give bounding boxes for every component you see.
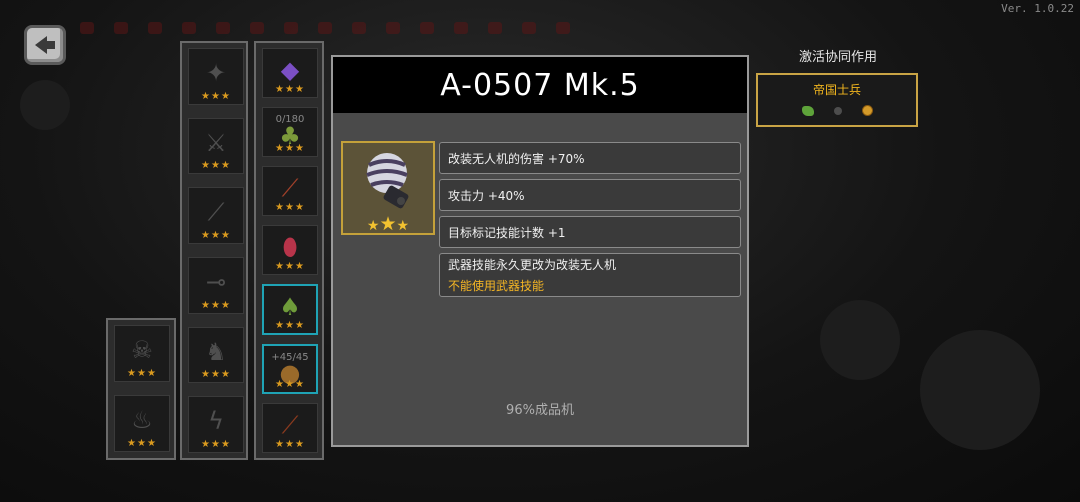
heart-icon xyxy=(522,22,536,34)
blade-icon: ⟋ xyxy=(207,198,225,227)
inventory-slot[interactable]: +45/45 ● ★★★ xyxy=(262,343,318,394)
inventory-slot[interactable]: ⟋ ★★★ xyxy=(262,402,318,454)
back-arrow-icon xyxy=(35,36,55,54)
figure-icon: ♞ xyxy=(205,337,227,366)
slot-stars: ★★★ xyxy=(127,368,157,379)
inventory-slot[interactable]: ✦ ★★★ xyxy=(188,48,244,105)
synergy-name: 帝国士兵 xyxy=(812,83,861,97)
heart-icon xyxy=(352,22,366,34)
star-icon: ★ xyxy=(379,213,397,235)
stat-text: 武器技能永久更改为改装无人机 xyxy=(448,258,617,272)
green-bug-icon xyxy=(801,105,814,116)
gold-coin-icon xyxy=(861,105,873,116)
heart-icon xyxy=(454,22,468,34)
spear-icon: ⊸ xyxy=(205,268,227,297)
heart-icon xyxy=(318,22,332,34)
back-button[interactable] xyxy=(24,25,66,65)
heart-icon xyxy=(148,22,162,34)
heart-icon xyxy=(216,22,230,34)
slot-stars: ★★★ xyxy=(275,319,305,331)
red-club-icon: ⟋ xyxy=(281,174,299,203)
slot-stars: ★★★ xyxy=(201,90,231,102)
slot-stars: ★★★ xyxy=(275,439,305,451)
slot-stars: ★★★ xyxy=(275,84,305,96)
red-staff-icon: ⟋ xyxy=(281,411,299,440)
stat-row: 目标标记技能计数 +1 xyxy=(439,216,741,248)
stat-row: 改装无人机的伤害 +70% xyxy=(439,142,741,174)
heart-icon xyxy=(182,22,196,34)
slot-stars: ★★★ xyxy=(201,369,231,381)
slot-stars: ★★★ xyxy=(275,143,305,155)
item-stars: ★★★ xyxy=(343,213,433,235)
red-egg-icon: ⬮ xyxy=(282,233,298,262)
inventory-slot[interactable]: 0/180 ♣ ★★★ xyxy=(262,107,318,158)
purple-crystal-icon: ◆ xyxy=(280,56,300,85)
green-plant-icon: ♠ xyxy=(279,292,301,321)
item-title: A-0507 Mk.5 xyxy=(333,57,747,113)
stat-row: 攻击力 +40% xyxy=(439,179,741,211)
heart-icon xyxy=(386,22,400,34)
skull-icon: ☠ xyxy=(131,336,153,365)
inventory-slot[interactable]: ⊸ ★★★ xyxy=(188,257,244,314)
inventory-slot[interactable]: ⟋ ★★★ xyxy=(262,166,318,217)
slot-stars: ★★★ xyxy=(201,299,231,311)
slot-stars: ★★★ xyxy=(275,261,305,273)
slot-stars: ★★★ xyxy=(201,230,231,242)
version-label: Ver. 1.0.22 xyxy=(1001,2,1074,15)
completion-progress: 96%成品机 xyxy=(506,403,574,418)
heart-icon xyxy=(284,22,298,34)
slot-stars: ★★★ xyxy=(275,378,305,390)
inventory-slot[interactable]: ⟋ ★★★ xyxy=(188,187,244,245)
inventory-slot[interactable]: ♨ ★★★ xyxy=(114,395,170,452)
heart-icon xyxy=(80,22,94,34)
synergy-card[interactable]: 帝国士兵 xyxy=(756,73,918,127)
heart-icon xyxy=(556,22,570,34)
inventory-slot[interactable]: ϟ ★★★ xyxy=(188,396,244,454)
drone-module-icon xyxy=(366,153,409,209)
star-icon: ★ xyxy=(366,218,380,234)
item-detail-panel: A-0507 Mk.5 ★★★ 改装无人机的伤害 +70% 攻击力 +40% 目… xyxy=(331,55,749,447)
stat-text: 目标标记技能计数 +1 xyxy=(448,225,566,240)
stat-text: 攻击力 +40% xyxy=(448,188,525,203)
slot-stars: ★★★ xyxy=(127,438,157,449)
inventory-slot[interactable]: ♞ ★★★ xyxy=(188,326,244,384)
background-hearts xyxy=(80,22,570,34)
stat-warning: 不能使用武器技能 xyxy=(448,279,545,293)
inventory-column-c: ◆ ★★★ 0/180 ♣ ★★★ ⟋ ★★★ ⬮ ★★★ ♠ ★★★ +45/… xyxy=(254,41,324,460)
lightning-icon: ϟ xyxy=(208,407,224,436)
heart-icon xyxy=(250,22,264,34)
inventory-slot[interactable]: ◆ ★★★ xyxy=(262,48,318,99)
heart-icon xyxy=(114,22,128,34)
inventory-column-a: ☠ ★★★ ♨ ★★★ xyxy=(106,318,176,460)
background-marker xyxy=(20,80,70,130)
inventory-slot[interactable]: ⚔ ★★★ xyxy=(188,117,244,175)
heart-icon xyxy=(488,22,502,34)
inventory-slot[interactable]: ♠ ★★★ xyxy=(262,284,318,335)
grey-dot-icon xyxy=(833,106,842,115)
heart-icon xyxy=(420,22,434,34)
background-skill-button xyxy=(820,300,900,380)
swords-icon: ⚔ xyxy=(205,128,227,157)
slot-stars: ★★★ xyxy=(275,202,305,214)
inventory-slot[interactable]: ⬮ ★★★ xyxy=(262,225,318,276)
stat-row: 武器技能永久更改为改装无人机 不能使用武器技能 xyxy=(439,253,741,297)
inventory-slot[interactable]: ☠ ★★★ xyxy=(114,325,170,382)
stat-text: 改装无人机的伤害 +70% xyxy=(448,151,585,166)
creature-icon: ✦ xyxy=(205,59,227,88)
flame-icon: ♨ xyxy=(131,406,153,435)
star-icon: ★ xyxy=(396,218,410,234)
background-joystick xyxy=(920,330,1040,450)
synergy-title: 激活协同作用 xyxy=(798,50,877,65)
item-portrait: ★★★ xyxy=(341,141,435,235)
synergy-icons xyxy=(758,105,916,116)
inventory-column-b: ✦ ★★★ ⚔ ★★★ ⟋ ★★★ ⊸ ★★★ ♞ ★★★ ϟ ★★★ xyxy=(180,41,248,460)
slot-stars: ★★★ xyxy=(201,439,231,451)
slot-stars: ★★★ xyxy=(201,160,231,172)
